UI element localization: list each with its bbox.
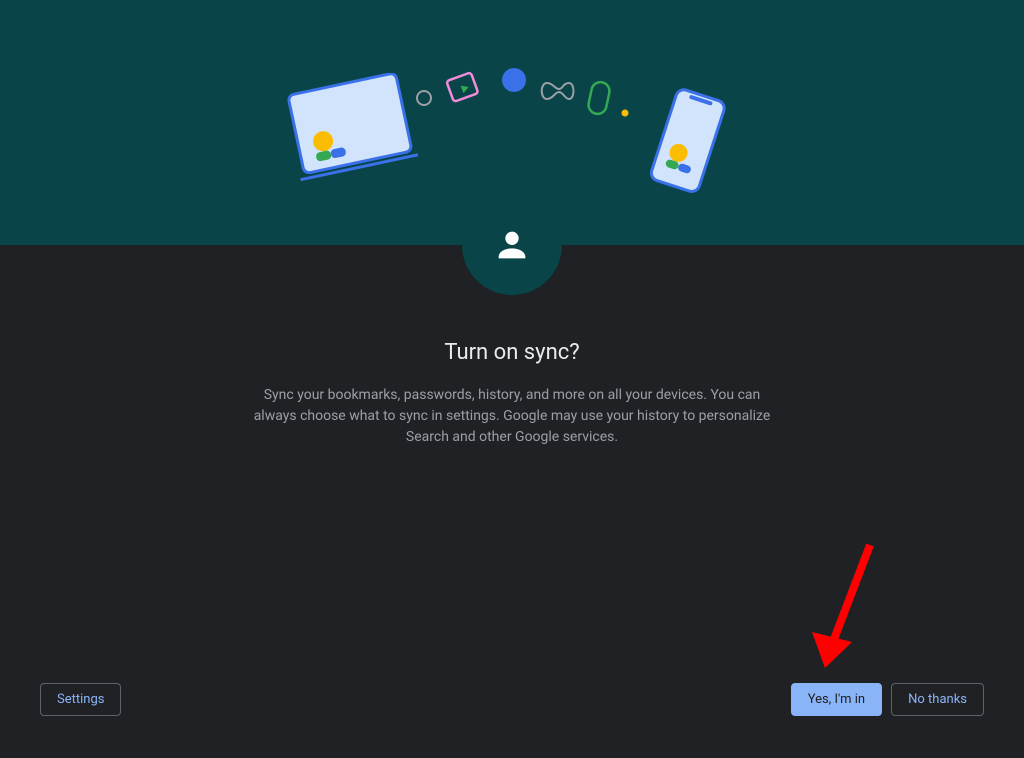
content-area: Turn on sync? Sync your bookmarks, passw… (0, 340, 1024, 448)
footer-actions: Yes, I'm in No thanks (791, 683, 984, 716)
pill-icon (584, 78, 614, 118)
bean-icon (537, 78, 577, 104)
person-icon (492, 225, 532, 265)
dot-icon (620, 108, 630, 118)
arrow-annotation-icon (800, 540, 890, 690)
page-title: Turn on sync? (40, 340, 984, 365)
sync-illustration (262, 23, 762, 223)
avatar (462, 195, 562, 295)
circle-filled-icon (499, 65, 529, 95)
laptop-icon (277, 73, 427, 193)
rectangle-icon (442, 68, 484, 110)
yes-button[interactable]: Yes, I'm in (791, 683, 882, 716)
page-description: Sync your bookmarks, passwords, history,… (252, 385, 772, 448)
no-thanks-button[interactable]: No thanks (891, 683, 984, 716)
footer: Settings Yes, I'm in No thanks (0, 683, 1024, 716)
phone-icon (642, 83, 732, 203)
circle-outline-icon (414, 88, 434, 108)
settings-button[interactable]: Settings (40, 683, 121, 716)
